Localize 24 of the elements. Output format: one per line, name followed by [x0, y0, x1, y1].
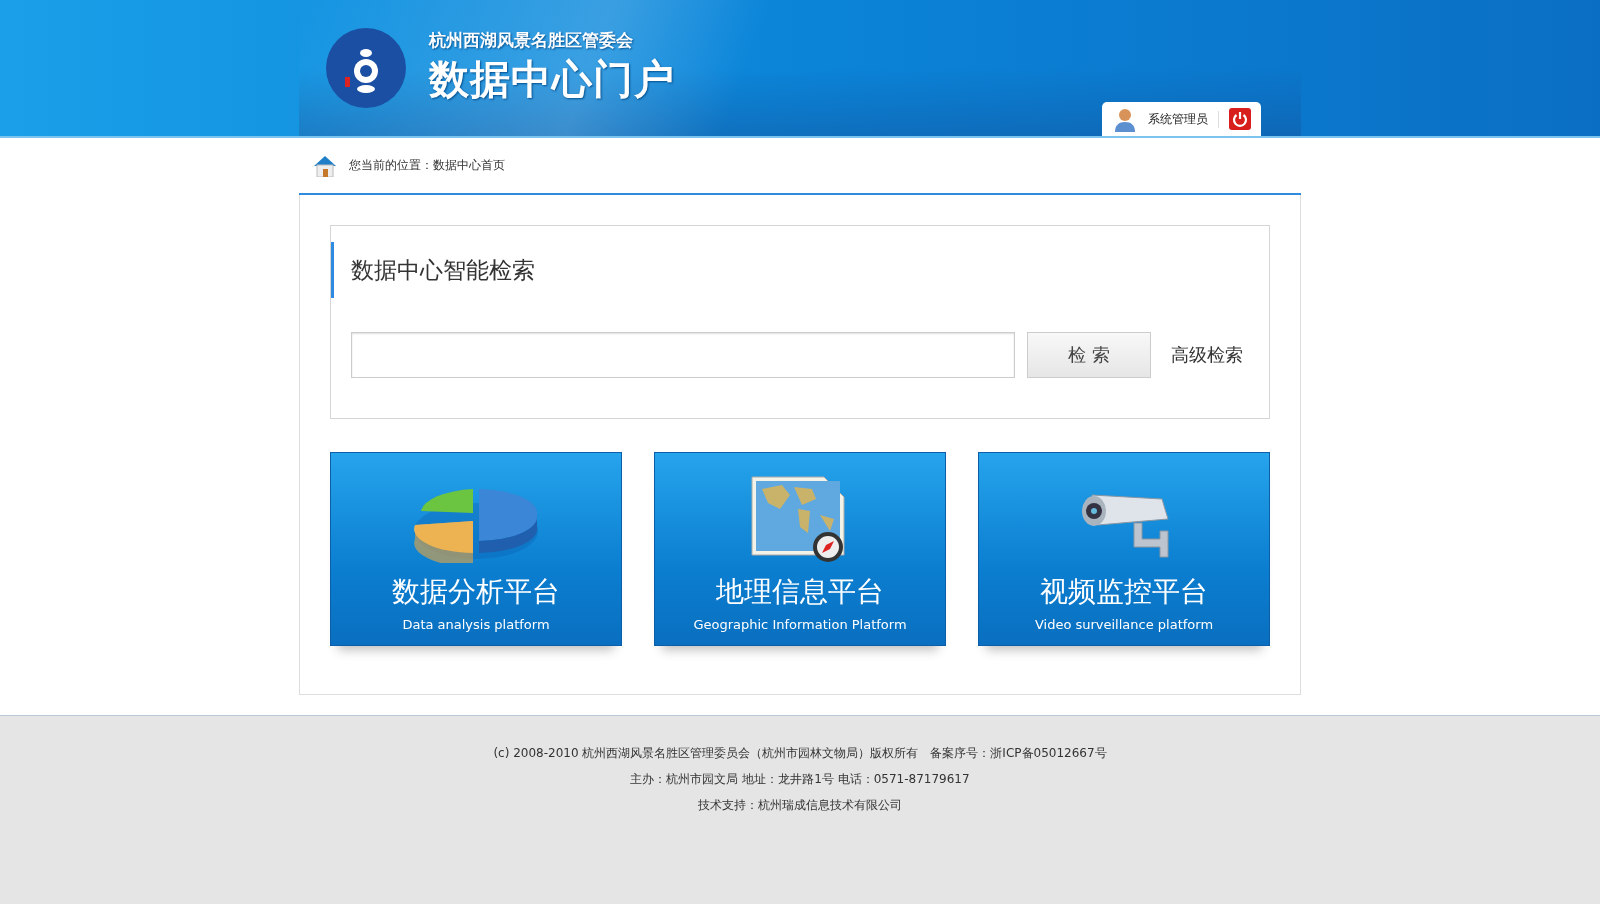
- platform-tile[interactable]: 视频监控平台 Video surveillance platform: [978, 452, 1270, 646]
- platform-title: 地理信息平台: [716, 574, 884, 610]
- platform-tile[interactable]: 数据分析平台 Data analysis platform: [330, 452, 622, 646]
- search-button[interactable]: 检 索: [1027, 332, 1151, 378]
- platform-subtitle: Geographic Information Platform: [693, 617, 907, 632]
- power-icon[interactable]: [1229, 108, 1251, 130]
- search-title: 数据中心智能检索: [331, 242, 1269, 298]
- portal-title: 数据中心门户: [429, 54, 675, 104]
- footer-text: 主办：杭州市园文局 地址：龙井路1号 电话：0571-87179617: [629, 772, 971, 787]
- breadcrumb-text: 您当前的位置：数据中心首页: [349, 157, 505, 174]
- platform-subtitle: Video surveillance platform: [1034, 617, 1214, 632]
- platform-tile[interactable]: 地理信息平台 Geographic Information Platform: [654, 452, 946, 646]
- logo-icon: [325, 27, 407, 109]
- platform-subtitle: Data analysis platform: [402, 617, 550, 632]
- search-field[interactable]: [351, 332, 1015, 378]
- organization-name: 杭州西湖风景名胜区管委会: [429, 29, 634, 52]
- home-icon[interactable]: [313, 154, 337, 177]
- user-avatar-icon: [1112, 106, 1138, 132]
- platform-title: 数据分析平台: [392, 574, 560, 610]
- user-name[interactable]: 系统管理员: [1148, 110, 1219, 128]
- platform-title: 视频监控平台: [1040, 574, 1208, 610]
- footer-text: 技术支持：杭州瑞成信息技术有限公司: [697, 798, 903, 813]
- footer-text: (c) 2008-2010 杭州西湖风景名胜区管理委员会（杭州市园林文物局）版权所有 备案序号：浙ICP备05012667号: [492, 746, 1108, 761]
- advanced-search-link[interactable]: 高级检索: [1171, 343, 1243, 367]
